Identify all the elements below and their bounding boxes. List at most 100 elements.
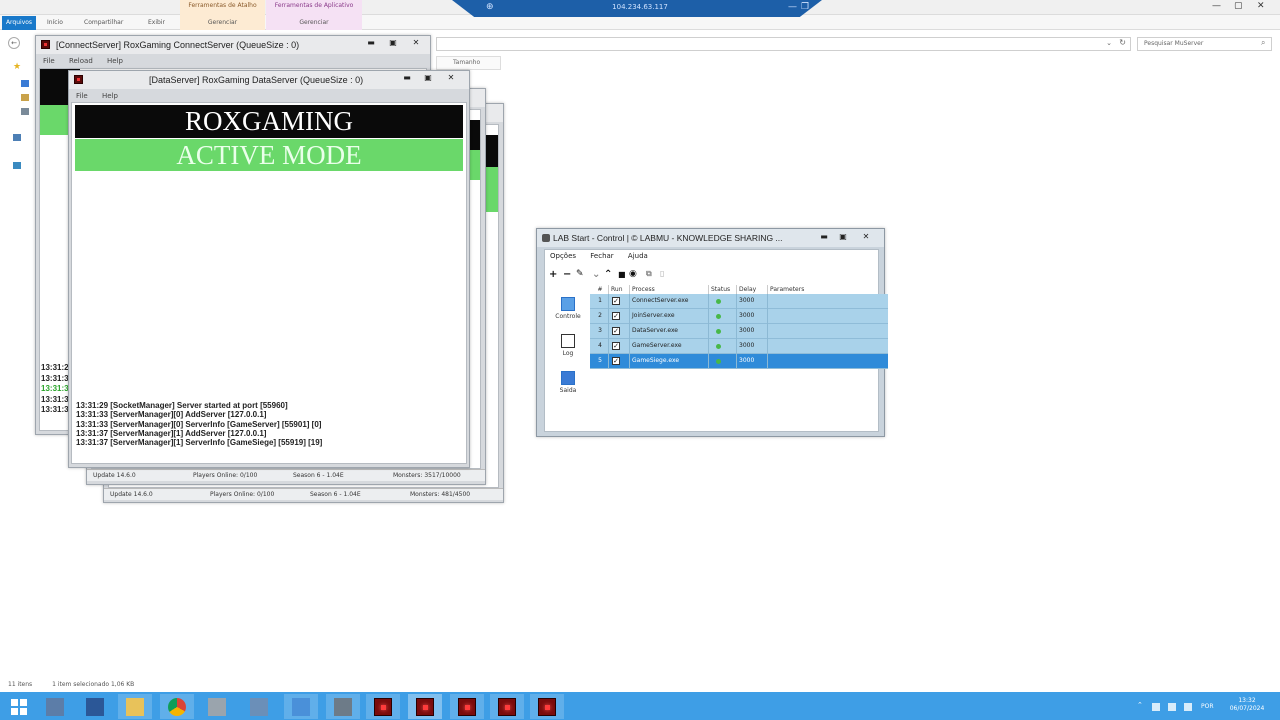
col-number[interactable]: #	[590, 285, 609, 294]
run-checkbox[interactable]: ✓	[612, 327, 620, 335]
menu-reload[interactable]: Reload	[69, 57, 93, 65]
table-row[interactable]: 4 ✓ GameServer.exe 3000	[590, 339, 888, 354]
close-button[interactable]: ✕	[859, 232, 873, 242]
tab-arquivos[interactable]: Arquivos	[2, 16, 36, 30]
sidebar-controle[interactable]: Controle	[548, 297, 588, 320]
col-delay[interactable]: Delay	[737, 285, 768, 294]
table-row[interactable]: 5 ✓ GameSiege.exe 3000	[590, 354, 888, 369]
minimize-button[interactable]: ▬	[400, 73, 414, 83]
taskbar-clock[interactable]: 13:32 06/07/2024	[1222, 697, 1272, 713]
sidebar-log[interactable]: Log	[548, 334, 588, 357]
lab-titlebar[interactable]: LAB Start - Control | © LABMU - KNOWLEDG…	[537, 229, 884, 247]
taskbar-joinserver[interactable]	[450, 694, 484, 719]
context-tab-aplicativo[interactable]: Ferramentas de Aplicativo Gerenciar	[266, 0, 362, 30]
tray-volume-icon[interactable]	[1184, 703, 1192, 711]
address-bar[interactable]: ⌄ ↻	[436, 37, 1131, 51]
taskbar-chrome[interactable]	[160, 694, 194, 719]
dataserver-window[interactable]: [DataServer] RoxGaming DataServer (Queue…	[68, 70, 470, 468]
run-checkbox[interactable]: ✓	[612, 357, 620, 365]
minimize-button[interactable]: —	[1212, 1, 1221, 11]
taskbar-remote[interactable]	[284, 694, 318, 719]
computer-icon[interactable]	[13, 134, 21, 141]
menu-file[interactable]: File	[76, 92, 88, 100]
paste-icon[interactable]: ▯	[660, 269, 664, 278]
tray-network-icon[interactable]	[1168, 703, 1176, 711]
run-checkbox[interactable]: ✓	[612, 297, 620, 305]
taskbar-app[interactable]	[242, 694, 276, 719]
desktop-icon[interactable]	[21, 80, 29, 87]
search-input[interactable]: Pesquisar MuServer	[1137, 37, 1272, 51]
maximize-button[interactable]: ▢	[1234, 1, 1243, 11]
menu-ajuda[interactable]: Ajuda	[628, 252, 648, 260]
favorites-star-icon[interactable]: ★	[13, 62, 21, 72]
menu-help[interactable]: Help	[102, 92, 118, 100]
view-icon[interactable]: ◉	[629, 269, 637, 279]
close-button[interactable]: ✕	[1257, 1, 1265, 11]
downloads-icon[interactable]	[21, 94, 29, 101]
tab-inicio[interactable]: Início	[43, 15, 67, 30]
taskbar-connectserver[interactable]	[366, 694, 400, 719]
tab-compartilhar[interactable]: Compartilhar	[80, 15, 127, 30]
run-checkbox[interactable]: ✓	[612, 342, 620, 350]
close-button[interactable]: ✕	[444, 73, 458, 83]
context-group-label: Ferramentas de Aplicativo	[274, 2, 354, 9]
maximize-button[interactable]: ▣	[836, 232, 850, 242]
col-process[interactable]: Process	[630, 285, 709, 294]
column-header-size[interactable]: Tamanho	[436, 56, 501, 70]
table-row[interactable]: 1 ✓ ConnectServer.exe 3000	[590, 294, 888, 309]
menu-file[interactable]: File	[43, 57, 55, 65]
tab-exibir[interactable]: Exibir	[144, 15, 169, 30]
stop-icon[interactable]: ■	[618, 270, 626, 279]
taskbar-server-manager[interactable]	[38, 694, 72, 719]
back-button[interactable]: ←	[8, 37, 20, 49]
rdp-pin-icon[interactable]: ⊕	[486, 2, 494, 12]
menu-opcoes[interactable]: Opções	[550, 252, 576, 260]
menu-fechar[interactable]: Fechar	[590, 252, 613, 260]
status-dot-icon	[716, 314, 721, 319]
taskbar-lab-start[interactable]	[326, 694, 360, 719]
game-server-icon	[538, 698, 556, 716]
taskbar-gamesiege[interactable]	[530, 694, 564, 719]
minimize-button[interactable]: ▬	[364, 38, 378, 48]
edit-icon[interactable]: ✎	[576, 269, 584, 279]
close-button[interactable]: ✕	[409, 38, 423, 48]
col-run[interactable]: Run	[609, 285, 630, 294]
move-down-icon[interactable]: ⌄	[592, 269, 600, 280]
tray-expand-icon[interactable]: ⌃	[1137, 701, 1145, 709]
sidebar-saida[interactable]: Saida	[548, 371, 588, 394]
lab-start-window[interactable]: LAB Start - Control | © LABMU - KNOWLEDG…	[536, 228, 888, 437]
copy-icon[interactable]: ⧉	[646, 269, 652, 279]
taskbar-dataserver[interactable]	[408, 694, 442, 719]
rdp-minimize-icon[interactable]: —	[788, 2, 797, 12]
col-status[interactable]: Status	[709, 285, 737, 294]
tray-flag-icon[interactable]	[1152, 703, 1160, 711]
status-item-count: 11 itens	[8, 681, 33, 688]
taskbar-tools[interactable]	[200, 694, 234, 719]
status-monsters: Monsters: 481/4500	[410, 491, 471, 498]
language-indicator[interactable]: POR	[1201, 703, 1214, 710]
maximize-button[interactable]: ▣	[421, 73, 435, 83]
chevron-down-icon[interactable]: ⌄	[1106, 39, 1112, 47]
table-row[interactable]: 3 ✓ DataServer.exe 3000	[590, 324, 888, 339]
minimize-button[interactable]: ▬	[817, 232, 831, 242]
run-checkbox[interactable]: ✓	[612, 312, 620, 320]
table-row[interactable]: 2 ✓ JoinServer.exe 3000	[590, 309, 888, 324]
rdp-restore-icon[interactable]: ❐	[801, 2, 809, 12]
taskbar-powershell[interactable]	[78, 694, 112, 719]
gameserver-statusbar: Update 14.6.0 Players Online: 0/100 Seas…	[104, 488, 503, 500]
col-parameters[interactable]: Parameters	[768, 285, 888, 294]
move-up-icon[interactable]: ⌃	[604, 269, 612, 280]
context-tab-atalho[interactable]: Ferramentas de Atalho Gerenciar	[180, 0, 265, 30]
menu-help[interactable]: Help	[107, 57, 123, 65]
add-icon[interactable]: +	[549, 269, 557, 280]
refresh-icon[interactable]: ↻	[1119, 38, 1126, 47]
context-tab-label[interactable]: Gerenciar	[266, 19, 362, 26]
taskbar-explorer[interactable]	[118, 694, 152, 719]
remove-icon[interactable]: −	[563, 269, 571, 280]
taskbar-gameserver[interactable]	[490, 694, 524, 719]
recent-icon[interactable]	[21, 108, 29, 115]
start-button[interactable]	[2, 694, 36, 719]
network-icon[interactable]	[13, 162, 21, 169]
maximize-button[interactable]: ▣	[386, 38, 400, 48]
context-tab-label[interactable]: Gerenciar	[180, 19, 265, 26]
